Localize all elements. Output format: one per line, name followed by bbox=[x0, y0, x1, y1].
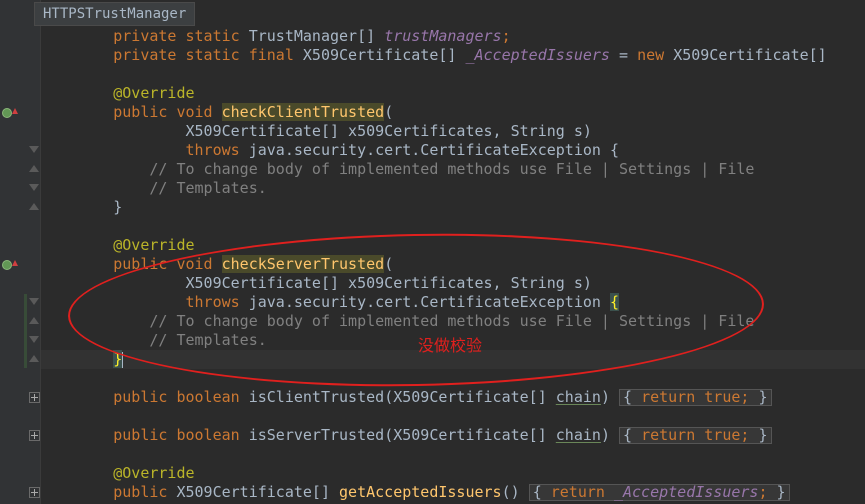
fold-marker-icon[interactable] bbox=[29, 317, 39, 324]
code-line: throws java.security.cert.CertificateExc… bbox=[41, 141, 619, 160]
keyword: return true; bbox=[641, 426, 750, 444]
signature: (X509Certificate[] bbox=[384, 388, 556, 406]
code-line: private static TrustManager[] trustManag… bbox=[41, 27, 511, 46]
comment: // To change body of implemented methods… bbox=[113, 160, 755, 178]
type: X509Certificate[] bbox=[302, 46, 466, 64]
code-line: } bbox=[41, 198, 122, 217]
implements-method-icon[interactable] bbox=[2, 260, 12, 270]
signature: (X509Certificate[] bbox=[384, 426, 556, 444]
override-arrow-icon bbox=[12, 108, 18, 114]
annotation: @Override bbox=[113, 84, 195, 102]
parameters: X509Certificate[] x509Certificates, Stri… bbox=[113, 122, 592, 140]
code-line: @Override bbox=[41, 464, 195, 483]
fold-marker-icon[interactable] bbox=[29, 184, 39, 191]
keyword: new bbox=[637, 46, 674, 64]
field-name: _AcceptedIssuers bbox=[465, 46, 610, 64]
keyword: throws bbox=[113, 141, 249, 159]
method-name[interactable]: getAcceptedIssuers bbox=[339, 483, 502, 501]
comment: // Templates. bbox=[113, 179, 267, 197]
keyword: public boolean bbox=[113, 388, 249, 406]
keyword: private static bbox=[113, 27, 249, 45]
code-line: public void checkClientTrusted( bbox=[41, 103, 393, 122]
type: X509Certificate[] bbox=[673, 46, 827, 64]
semicolon: ; bbox=[501, 27, 511, 45]
paren: () bbox=[501, 483, 529, 501]
fold-marker-icon[interactable] bbox=[29, 146, 39, 153]
method-name[interactable]: isClientTrusted bbox=[249, 388, 384, 406]
folded-body[interactable]: { return true; } bbox=[619, 427, 772, 444]
param-name: chain bbox=[555, 388, 601, 406]
override-arrow-icon bbox=[12, 260, 18, 266]
expand-fold-icon[interactable] bbox=[29, 392, 40, 403]
code-line: private static final X509Certificate[] _… bbox=[41, 46, 827, 65]
editor-gutter bbox=[0, 0, 41, 504]
folded-body[interactable]: { return true; } bbox=[619, 389, 772, 406]
code-line: public boolean isServerTrusted(X509Certi… bbox=[41, 426, 772, 445]
code-line: X509Certificate[] x509Certificates, Stri… bbox=[41, 122, 592, 141]
implements-method-icon[interactable] bbox=[2, 108, 12, 118]
folded-body[interactable]: { return _AcceptedIssuers; } bbox=[528, 483, 790, 501]
annotation: @Override bbox=[113, 236, 195, 254]
code-line: @Override bbox=[41, 236, 195, 255]
param-name: chain bbox=[555, 426, 601, 444]
paren: ( bbox=[384, 103, 394, 121]
field-name: trustManagers bbox=[384, 27, 502, 45]
annotation: @Override bbox=[113, 464, 195, 482]
keyword: public void bbox=[113, 103, 222, 121]
code-line: // Templates. bbox=[41, 179, 267, 198]
expand-fold-icon[interactable] bbox=[29, 487, 40, 498]
code-line: // To change body of implemented methods… bbox=[41, 160, 754, 179]
vcs-change-marker bbox=[24, 294, 27, 368]
code-line: public boolean isClientTrusted(X509Certi… bbox=[41, 388, 772, 407]
paren: ) bbox=[600, 426, 610, 444]
fold-marker-icon[interactable] bbox=[29, 355, 39, 362]
fold-marker-icon[interactable] bbox=[29, 298, 39, 305]
exception: java.security.cert.CertificateException … bbox=[248, 141, 619, 159]
code-line: public X509Certificate[] getAcceptedIssu… bbox=[41, 483, 790, 502]
expand-fold-icon[interactable] bbox=[29, 430, 40, 441]
breadcrumb[interactable]: HTTPSTrustManager bbox=[34, 2, 196, 26]
keyword: return bbox=[550, 483, 614, 501]
method-name[interactable]: checkClientTrusted bbox=[221, 103, 385, 121]
field-name: _AcceptedIssuers bbox=[613, 483, 759, 501]
type: TrustManager[] bbox=[248, 27, 385, 45]
keyword: public bbox=[113, 483, 177, 501]
keyword: public boolean bbox=[113, 426, 249, 444]
method-name[interactable]: isServerTrusted bbox=[249, 426, 384, 444]
handwritten-annotation: 没做校验 bbox=[418, 336, 483, 355]
keyword: private static final bbox=[113, 46, 303, 64]
code-line: @Override bbox=[41, 84, 195, 103]
brace: } bbox=[113, 198, 123, 216]
fold-marker-icon[interactable] bbox=[29, 336, 39, 343]
keyword: return true; bbox=[641, 388, 750, 406]
fold-marker-icon[interactable] bbox=[29, 203, 39, 210]
paren: ) bbox=[600, 388, 610, 406]
type: X509Certificate[] bbox=[176, 483, 340, 501]
fold-marker-icon[interactable] bbox=[29, 165, 39, 172]
operator: = bbox=[609, 46, 638, 64]
